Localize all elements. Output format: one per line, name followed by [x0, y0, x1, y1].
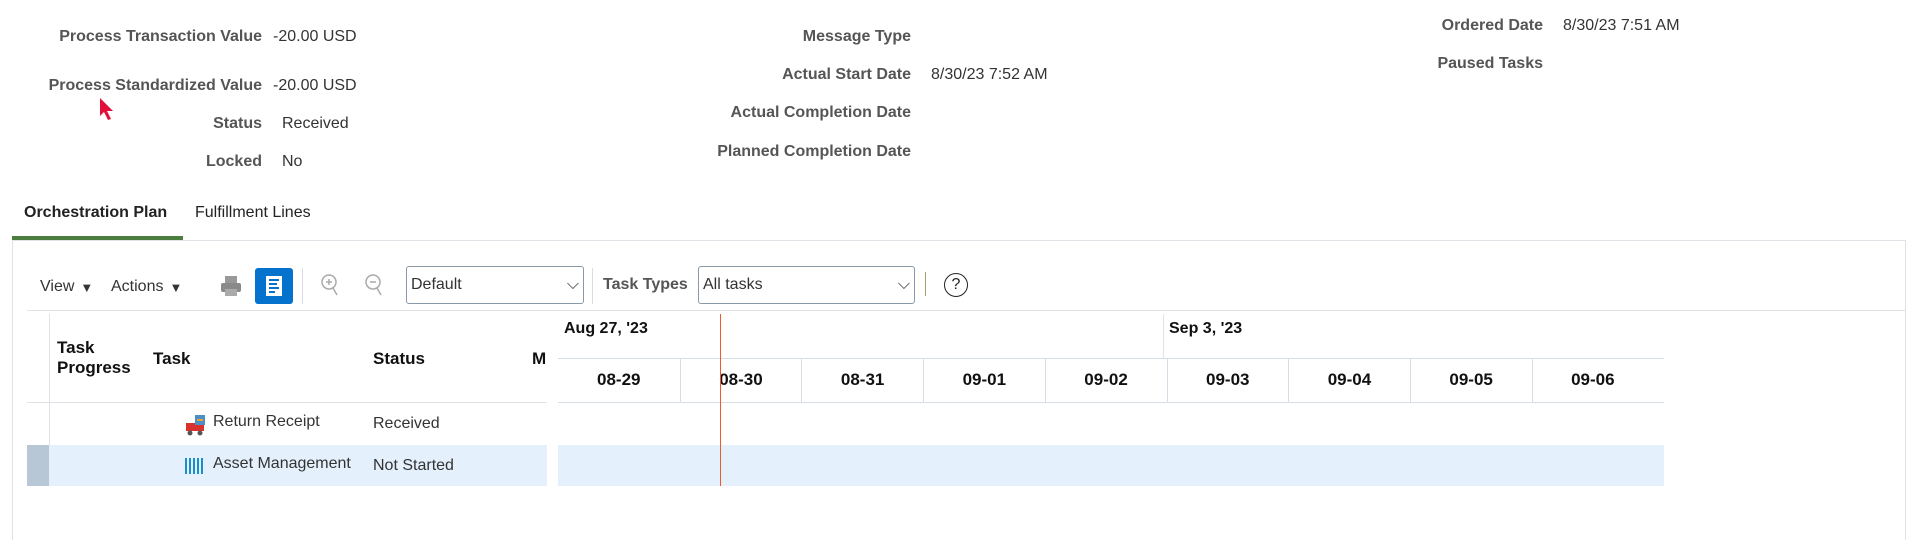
task-types-select[interactable]: All tasks ⌵ — [698, 266, 915, 304]
label-ordered-date: Ordered Date — [1441, 17, 1543, 34]
list-view-button[interactable] — [255, 268, 293, 304]
mouse-cursor-icon — [100, 98, 113, 120]
current-date-line — [720, 314, 721, 486]
day-column-header: 09-03 — [1166, 358, 1289, 402]
task-types-label: Task Types — [603, 276, 688, 293]
print-icon[interactable] — [218, 274, 244, 298]
day-column-header: 09-01 — [923, 358, 1045, 402]
label-message-type: Message Type — [802, 28, 911, 45]
label-standardized-value: Process Standardized Value — [48, 77, 262, 94]
header-task-progress[interactable]: Task Progress — [57, 338, 137, 378]
list-icon — [266, 276, 282, 296]
zoom-level-select[interactable]: Default ⌵ — [406, 266, 584, 304]
value-status: Received — [282, 115, 349, 132]
week-divider — [1163, 314, 1164, 358]
table-row[interactable]: Return Receipt Received — [49, 403, 547, 445]
table-row-selected[interactable]: Asset Management Not Started — [49, 445, 547, 486]
toolbar-divider — [592, 268, 593, 304]
toolbar-divider — [925, 272, 926, 296]
task-status: Received — [373, 415, 440, 432]
view-menu[interactable]: View ▼ — [40, 270, 93, 304]
label-locked: Locked — [205, 153, 262, 170]
label-planned-completion-date: Planned Completion Date — [717, 143, 911, 160]
barcode-icon — [185, 458, 203, 474]
day-column-header: 08-30 — [679, 358, 802, 402]
dropdown-arrow-icon: ▼ — [80, 279, 94, 295]
gantt-row-selected — [558, 445, 1664, 486]
dropdown-arrow-icon: ▼ — [169, 279, 183, 295]
value-ordered-date: 8/30/23 7:51 AM — [1563, 17, 1680, 34]
row-selector[interactable] — [27, 445, 49, 486]
task-name[interactable]: Return Receipt — [213, 413, 320, 431]
view-label: View — [40, 278, 75, 295]
header-more[interactable]: M — [532, 349, 546, 369]
label-actual-completion-date: Actual Completion Date — [730, 104, 911, 121]
toolbar-separator — [27, 310, 1906, 311]
label-actual-start-date: Actual Start Date — [782, 66, 911, 83]
label-paused-tasks: Paused Tasks — [1437, 55, 1543, 72]
day-column-header: 08-29 — [597, 370, 641, 389]
value-locked: No — [282, 153, 303, 170]
day-column-header: 09-02 — [1044, 358, 1167, 402]
help-icon[interactable]: ? — [944, 273, 968, 297]
zoom-in-icon[interactable] — [318, 272, 342, 300]
chevron-down-icon: ⌵ — [566, 276, 579, 293]
truck-icon — [186, 415, 205, 436]
header-divider — [558, 402, 1664, 403]
day-column-header: 09-06 — [1531, 358, 1654, 402]
tab-orchestration-plan[interactable]: Orchestration Plan — [24, 204, 167, 222]
day-column-header: 09-04 — [1288, 358, 1410, 402]
actions-label: Actions — [111, 278, 164, 295]
task-name[interactable]: Asset Management — [213, 455, 351, 473]
zoom-out-icon[interactable] — [362, 272, 386, 300]
chevron-down-icon: ⌵ — [897, 276, 910, 293]
task-status: Not Started — [373, 457, 454, 474]
label-status: Status — [213, 115, 262, 132]
header-task[interactable]: Task — [153, 349, 191, 369]
day-column-header: 08-31 — [801, 358, 923, 402]
value-actual-start-date: 8/30/23 7:52 AM — [931, 66, 1048, 83]
zoom-level-value: Default — [411, 276, 462, 293]
tab-fulfillment-lines[interactable]: Fulfillment Lines — [195, 204, 311, 222]
value-standardized-value: -20.00 USD — [273, 77, 357, 94]
task-types-value: All tasks — [703, 276, 763, 293]
week-label: Sep 3, '23 — [1169, 320, 1243, 337]
label-transaction-value: Process Transaction Value — [59, 28, 262, 45]
value-transaction-value: -20.00 USD — [273, 28, 357, 45]
week-label: Aug 27, '23 — [564, 320, 648, 337]
toolbar-divider — [302, 268, 303, 304]
header-status[interactable]: Status — [373, 349, 425, 369]
actions-menu[interactable]: Actions ▼ — [111, 270, 182, 304]
day-column-header: 09-05 — [1409, 358, 1532, 402]
